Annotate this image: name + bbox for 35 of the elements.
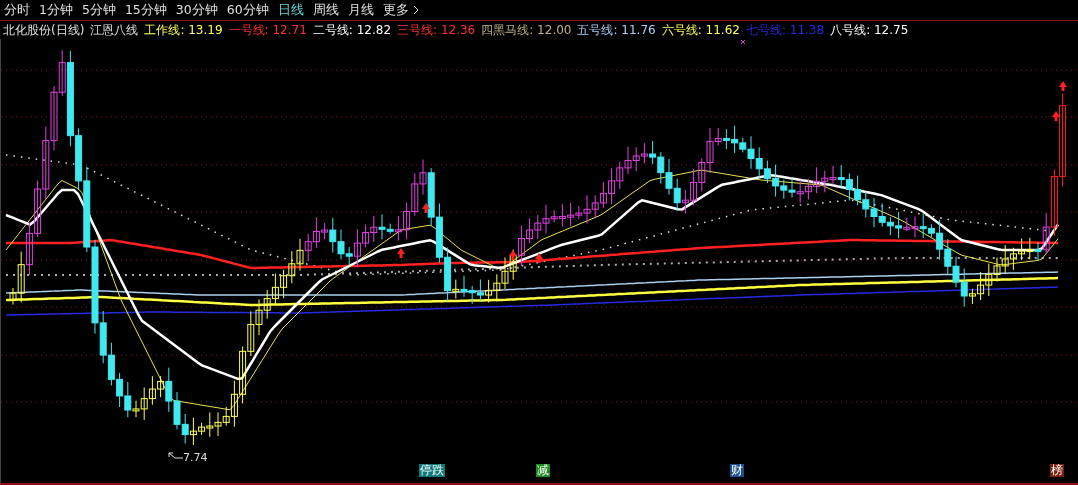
indicator-value: 七号线: 11.38 xyxy=(745,22,825,39)
chevron-right-icon xyxy=(412,5,419,15)
period-tab[interactable]: 周线 xyxy=(312,0,339,20)
indicator-value: 二号线: 12.82 xyxy=(312,22,392,39)
period-tab[interactable]: 30分钟 xyxy=(175,0,218,20)
up-arrow-icon xyxy=(535,253,543,263)
indicator-name: 江恩八线 xyxy=(90,22,139,39)
indicator-value: 四黑马线: 12.00 xyxy=(481,22,572,39)
indicator-value: 五号线: 11.76 xyxy=(577,22,656,39)
indicator-value: 八号线: 12.75 xyxy=(830,22,909,39)
low-arrow-icon xyxy=(168,452,184,459)
period-tab[interactable]: 更多 xyxy=(382,0,419,20)
up-arrow-icon xyxy=(509,250,517,260)
period-tab[interactable]: 15分钟 xyxy=(124,0,167,20)
period-tab[interactable]: 日线 xyxy=(277,0,304,20)
period-tab[interactable]: 1分钟 xyxy=(39,0,73,20)
indicator-value: 一号线: 12.71 xyxy=(228,22,307,39)
cross-mark-icon xyxy=(740,39,746,45)
stock-title: 北化股份(日线) xyxy=(3,22,85,39)
event-marker: 减 xyxy=(536,464,550,477)
up-arrow-icon xyxy=(397,248,405,258)
period-tab[interactable]: 分时 xyxy=(4,0,30,20)
up-arrow-icon xyxy=(1059,81,1067,91)
event-marker: 停跌 xyxy=(419,464,445,477)
indicator-value: 工作线: 13.19 xyxy=(144,22,223,39)
event-marker: 财 xyxy=(730,464,744,477)
up-arrow-icon xyxy=(422,203,430,213)
event-marker: 榜 xyxy=(1050,464,1064,477)
period-tab[interactable]: 月线 xyxy=(347,0,374,20)
up-arrow-icon xyxy=(1052,111,1060,121)
indicator-value: 三号线: 12.36 xyxy=(397,22,476,39)
period-tab[interactable]: 5分钟 xyxy=(81,0,116,20)
indicator-value: 六号线: 11.62 xyxy=(661,22,740,39)
period-tab[interactable]: 60分钟 xyxy=(226,0,269,20)
low-price-label: 7.74 xyxy=(183,452,208,464)
